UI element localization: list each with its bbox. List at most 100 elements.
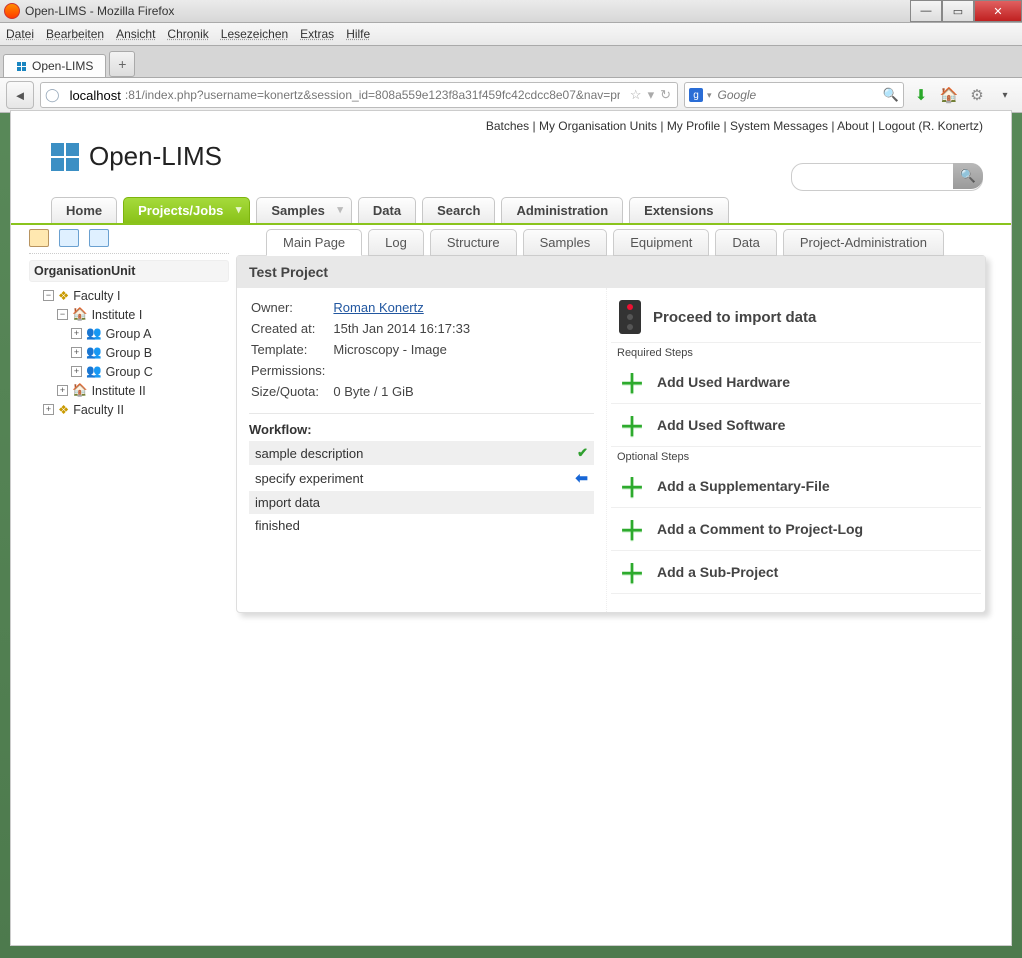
back-button[interactable]: ◄	[6, 81, 34, 109]
subtab-equipment[interactable]: Equipment	[613, 229, 709, 256]
add-comment-button[interactable]: ＋Add a Comment to Project-Log	[611, 508, 981, 551]
subtab-main[interactable]: Main Page	[266, 229, 362, 256]
tree-node-institute1[interactable]: −🏠Institute I	[57, 305, 229, 324]
nav-search[interactable]: Search	[422, 197, 495, 223]
top-link[interactable]: My Organisation Units	[539, 119, 657, 133]
nav-samples[interactable]: Samples	[256, 197, 351, 223]
tree-node-faculty2[interactable]: +❖Faculty II	[43, 400, 229, 419]
site-search: 🔍	[791, 163, 983, 191]
tree-node-institute2[interactable]: +🏠Institute II	[57, 381, 229, 400]
brand-logo[interactable]: Open-LIMS	[51, 141, 222, 172]
top-link[interactable]: System Messages	[730, 119, 828, 133]
url-input[interactable]	[121, 83, 624, 107]
browser-navbar: ◄ ◯ localhost ☆▾↻ g▾ 🔍 ⬇ 🏠 ⚙ ▾	[0, 78, 1022, 113]
site-search-button[interactable]: 🔍	[953, 163, 983, 189]
proceed-button[interactable]: Proceed to import data	[611, 292, 981, 343]
plus-icon: ＋	[619, 516, 645, 542]
window-close-button[interactable]: ✕	[974, 0, 1022, 22]
reload-icon[interactable]: ↻	[660, 87, 671, 103]
search-input[interactable]	[716, 87, 879, 103]
top-link[interactable]: About	[837, 119, 868, 133]
browser-tabstrip: Open-LIMS +	[0, 46, 1022, 78]
address-bar[interactable]: ◯ localhost ☆▾↻	[40, 82, 678, 108]
nav-projects[interactable]: Projects/Jobs	[123, 197, 250, 223]
new-tab-button[interactable]: +	[109, 51, 135, 77]
subtab-log[interactable]: Log	[368, 229, 424, 256]
meta-label: Size/Quota:	[251, 382, 331, 401]
card-icon[interactable]	[59, 229, 79, 247]
home-icon[interactable]: 🏠	[938, 84, 960, 106]
tree-node-groupb[interactable]: +👥Group B	[71, 343, 229, 362]
tree-header: OrganisationUnit	[29, 260, 229, 282]
workflow-step[interactable]: specify experiment⬅	[249, 465, 594, 491]
menu-item[interactable]: Lesezeichen	[221, 27, 288, 41]
tree-node-faculty1[interactable]: −❖Faculty I	[43, 286, 229, 305]
add-subproject-button[interactable]: ＋Add a Sub-Project	[611, 551, 981, 594]
owner-link[interactable]: Roman Konertz	[333, 300, 423, 315]
subtab-samples[interactable]: Samples	[523, 229, 608, 256]
meta-value: 15th Jan 2014 16:17:33	[333, 319, 476, 338]
nav-home[interactable]: Home	[51, 197, 117, 223]
tree-node-groupa[interactable]: +👥Group A	[71, 324, 229, 343]
top-link[interactable]: Batches	[486, 119, 529, 133]
menu-item[interactable]: Hilfe	[346, 27, 370, 41]
downloads-icon[interactable]: ⬇	[910, 84, 932, 106]
arrow-left-icon: ⬅	[575, 469, 588, 487]
workflow-header: Workflow:	[249, 413, 594, 437]
main-nav: Home Projects/Jobs Samples Data Search A…	[11, 195, 1011, 225]
globe-icon: ◯	[41, 87, 64, 103]
subtab-data[interactable]: Data	[715, 229, 776, 256]
home-ou-icon[interactable]	[29, 229, 49, 247]
subtab-projectadmin[interactable]: Project-Administration	[783, 229, 944, 256]
subtab-structure[interactable]: Structure	[430, 229, 517, 256]
site-search-input[interactable]: 🔍	[791, 163, 983, 191]
traffic-light-icon	[619, 300, 641, 334]
meta-label: Owner:	[251, 298, 331, 317]
menu-item[interactable]: Datei	[6, 27, 34, 41]
tree-node-groupc[interactable]: +👥Group C	[71, 362, 229, 381]
sidebar: OrganisationUnit −❖Faculty I −🏠Institute…	[29, 229, 229, 419]
tab-title: Open-LIMS	[32, 59, 93, 73]
add-hardware-button[interactable]: ＋Add Used Hardware	[611, 361, 981, 404]
top-link[interactable]: Logout (R. Konertz)	[878, 119, 983, 133]
addon-icon[interactable]: ⚙	[966, 84, 988, 106]
doc-icon[interactable]	[89, 229, 109, 247]
menu-item[interactable]: Bearbeiten	[46, 27, 104, 41]
add-software-button[interactable]: ＋Add Used Software	[611, 404, 981, 447]
workflow-step[interactable]: import data	[249, 491, 594, 514]
search-icon[interactable]: 🔍	[883, 87, 899, 103]
url-host: localhost	[64, 88, 121, 103]
browser-tab[interactable]: Open-LIMS	[3, 54, 106, 77]
favicon-icon	[16, 61, 26, 71]
workflow-step[interactable]: sample description✔	[249, 441, 594, 465]
section-header: Optional Steps	[611, 447, 981, 465]
search-bar[interactable]: g▾ 🔍	[684, 82, 904, 108]
window-minimize-button[interactable]: —	[910, 0, 942, 22]
menu-item[interactable]: Ansicht	[116, 27, 155, 41]
browser-menubar: Datei Bearbeiten Ansicht Chronik Lesezei…	[0, 23, 1022, 46]
nav-extensions[interactable]: Extensions	[629, 197, 728, 223]
project-panel: Test Project Owner:Roman Konertz Created…	[236, 255, 986, 613]
window-maximize-button[interactable]: ▭	[942, 0, 974, 22]
google-icon: g	[689, 88, 703, 102]
firefox-icon	[4, 3, 20, 19]
workflow-step[interactable]: finished	[249, 514, 594, 537]
top-links: Batches | My Organisation Units | My Pro…	[486, 119, 983, 133]
project-title: Test Project	[237, 256, 985, 288]
menu-dropdown-icon[interactable]: ▾	[994, 84, 1016, 106]
nav-data[interactable]: Data	[358, 197, 416, 223]
menu-item[interactable]: Extras	[300, 27, 334, 41]
meta-value	[333, 361, 476, 380]
top-link[interactable]: My Profile	[667, 119, 720, 133]
content-area: Main Page Log Structure Samples Equipmen…	[236, 229, 986, 613]
meta-label: Template:	[251, 340, 331, 359]
menu-item[interactable]: Chronik	[167, 27, 208, 41]
add-supplementary-button[interactable]: ＋Add a Supplementary-File	[611, 465, 981, 508]
plus-icon: ＋	[619, 369, 645, 395]
window-title: Open-LIMS - Mozilla Firefox	[25, 4, 174, 18]
nav-admin[interactable]: Administration	[501, 197, 623, 223]
bookmark-icon[interactable]: ☆	[630, 87, 642, 103]
check-icon: ✔	[577, 445, 588, 461]
meta-label: Created at:	[251, 319, 331, 338]
window-titlebar: Open-LIMS - Mozilla Firefox — ▭ ✕	[0, 0, 1022, 23]
